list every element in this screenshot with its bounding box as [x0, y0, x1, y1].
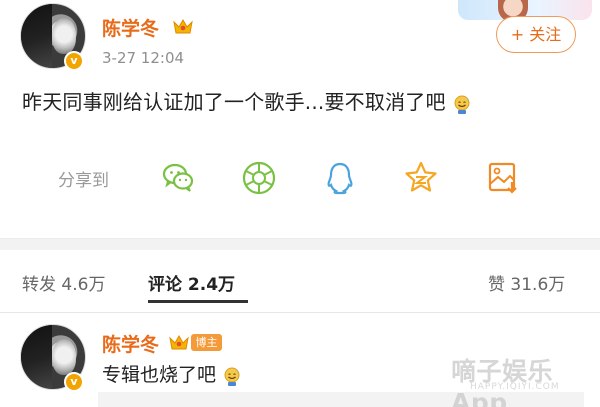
post-author-name[interactable]: 陈学冬: [102, 14, 159, 41]
share-label: 分享到: [58, 171, 109, 191]
comment-smiling-sweat-emoji-icon: [222, 365, 242, 387]
host-badge: 博主: [191, 334, 222, 351]
moments-icon[interactable]: [241, 160, 277, 196]
watermark-subtext: HAPPY.IQIYI.COM: [470, 382, 560, 392]
comment-text: 专辑也烧了吧: [102, 364, 217, 386]
qzone-icon[interactable]: [403, 160, 439, 196]
tabs-divider: [0, 312, 600, 313]
tab-comments[interactable]: 评论 2.4万: [148, 270, 235, 295]
post-timestamp: 3-27 12:04: [102, 49, 185, 67]
post-text-line: 昨天同事刚给认证加了一个歌手...要不取消了吧: [22, 86, 582, 115]
comment-crown-vip-icon: [169, 334, 189, 350]
tab-repost[interactable]: 转发 4.6万: [22, 270, 105, 295]
crown-vip-icon: [173, 18, 193, 34]
active-tab-indicator: [148, 300, 248, 303]
qq-icon[interactable]: [322, 160, 358, 196]
comment-author-name[interactable]: 陈学冬: [102, 330, 159, 357]
comment-text-line: 专辑也烧了吧: [102, 360, 242, 387]
watermark-logo: 嘀子娱乐App: [451, 357, 554, 407]
save-image-icon[interactable]: [486, 160, 522, 196]
comment-verified-badge-icon: v: [64, 372, 84, 392]
wechat-icon[interactable]: [160, 160, 196, 196]
smiling-sweat-emoji-icon: [452, 93, 472, 115]
tab-likes[interactable]: 赞 31.6万: [488, 270, 565, 295]
section-divider: [0, 238, 600, 250]
follow-button[interactable]: + 关注: [496, 16, 576, 53]
post-text: 昨天同事刚给认证加了一个歌手...要不取消了吧: [22, 90, 446, 114]
verified-badge-icon: v: [64, 51, 84, 71]
